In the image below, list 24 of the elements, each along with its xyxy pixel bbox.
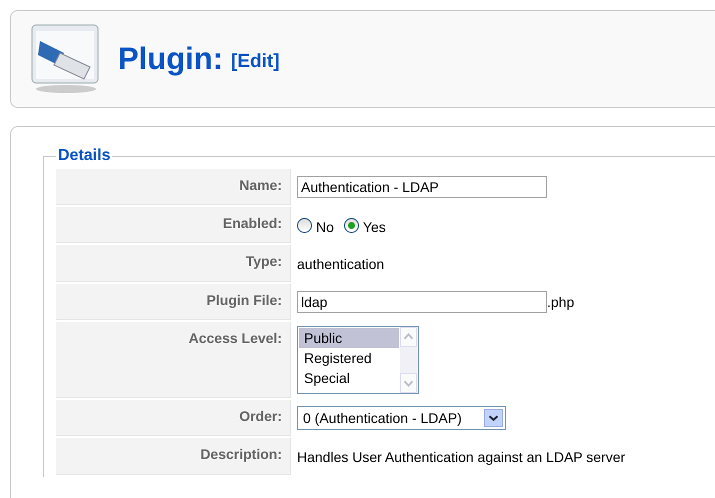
field-label: Name: [56,169,291,205]
field-value: authentication [297,256,384,272]
field-label: Plugin File: [56,284,291,320]
field-label: Description: [56,438,291,475]
field-label: Access Level: [56,322,291,398]
field-label: Order: [56,400,291,436]
radio-label: No [316,218,334,234]
page-subtitle: [Edit] [231,51,280,73]
field-label: Type: [56,245,291,282]
radio-button[interactable] [297,218,312,232]
list-option[interactable]: Registered [299,348,399,368]
list-option[interactable]: Public [299,328,399,348]
fieldset-legend: Details [56,147,112,165]
order-dropdown[interactable]: 0 (Authentication - LDAP) [297,406,506,430]
list-option[interactable]: Special [299,368,399,388]
radio-label: Yes [362,218,386,234]
access-listbox[interactable]: Public Registered Special [297,326,419,394]
page-title: Plugin: [118,41,224,77]
file-extension: .php [547,294,574,310]
field-value: Handles User Authentication against an LDAP server [297,448,626,464]
field-label: Enabled: [56,207,291,243]
text-field[interactable]: Authentication - LDAP [297,176,547,198]
text-field[interactable]: ldap [297,291,547,313]
radio-button[interactable] [344,218,359,232]
